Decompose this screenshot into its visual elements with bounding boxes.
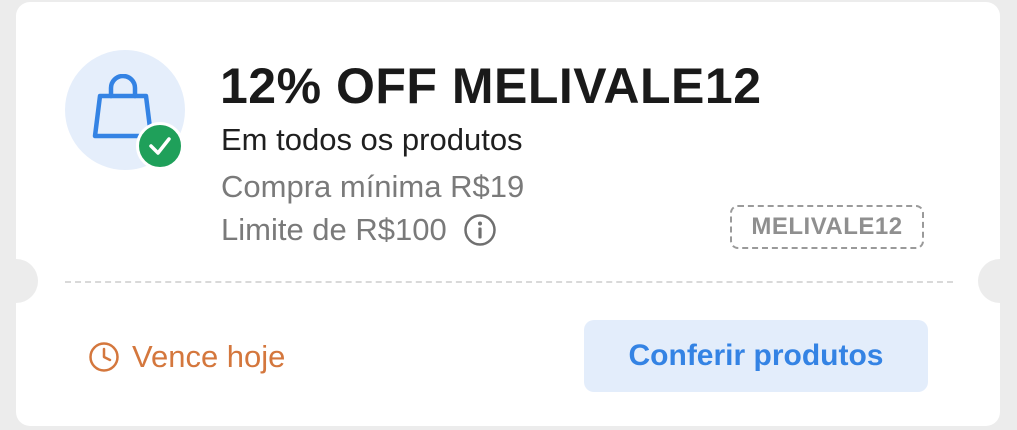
coupon-code: MELIVALE12 [730,205,924,249]
discount-limit-row: Limite de R$100 [221,212,497,248]
card-notch-left [16,259,38,303]
discount-limit: Limite de R$100 [221,212,447,247]
coupon-card: 12% OFF MELIVALE12 Em todos os produtos … [16,2,1000,426]
view-products-button[interactable]: Conferir produtos [584,320,928,392]
minimum-purchase: Compra mínima R$19 [221,169,525,204]
clock-icon [89,342,119,372]
expiry-info: Vence hoje [88,339,285,375]
info-icon[interactable] [463,213,497,247]
coupon-title: 12% OFF MELIVALE12 [220,58,762,114]
coupon-icon-circle [65,50,185,170]
expiry-label: Vence hoje [132,339,286,374]
checkmark-icon [149,137,171,155]
dashed-divider [65,281,953,283]
coupon-scope: Em todos os produtos [221,122,523,157]
card-notch-right [978,259,1000,303]
check-badge [136,122,184,170]
